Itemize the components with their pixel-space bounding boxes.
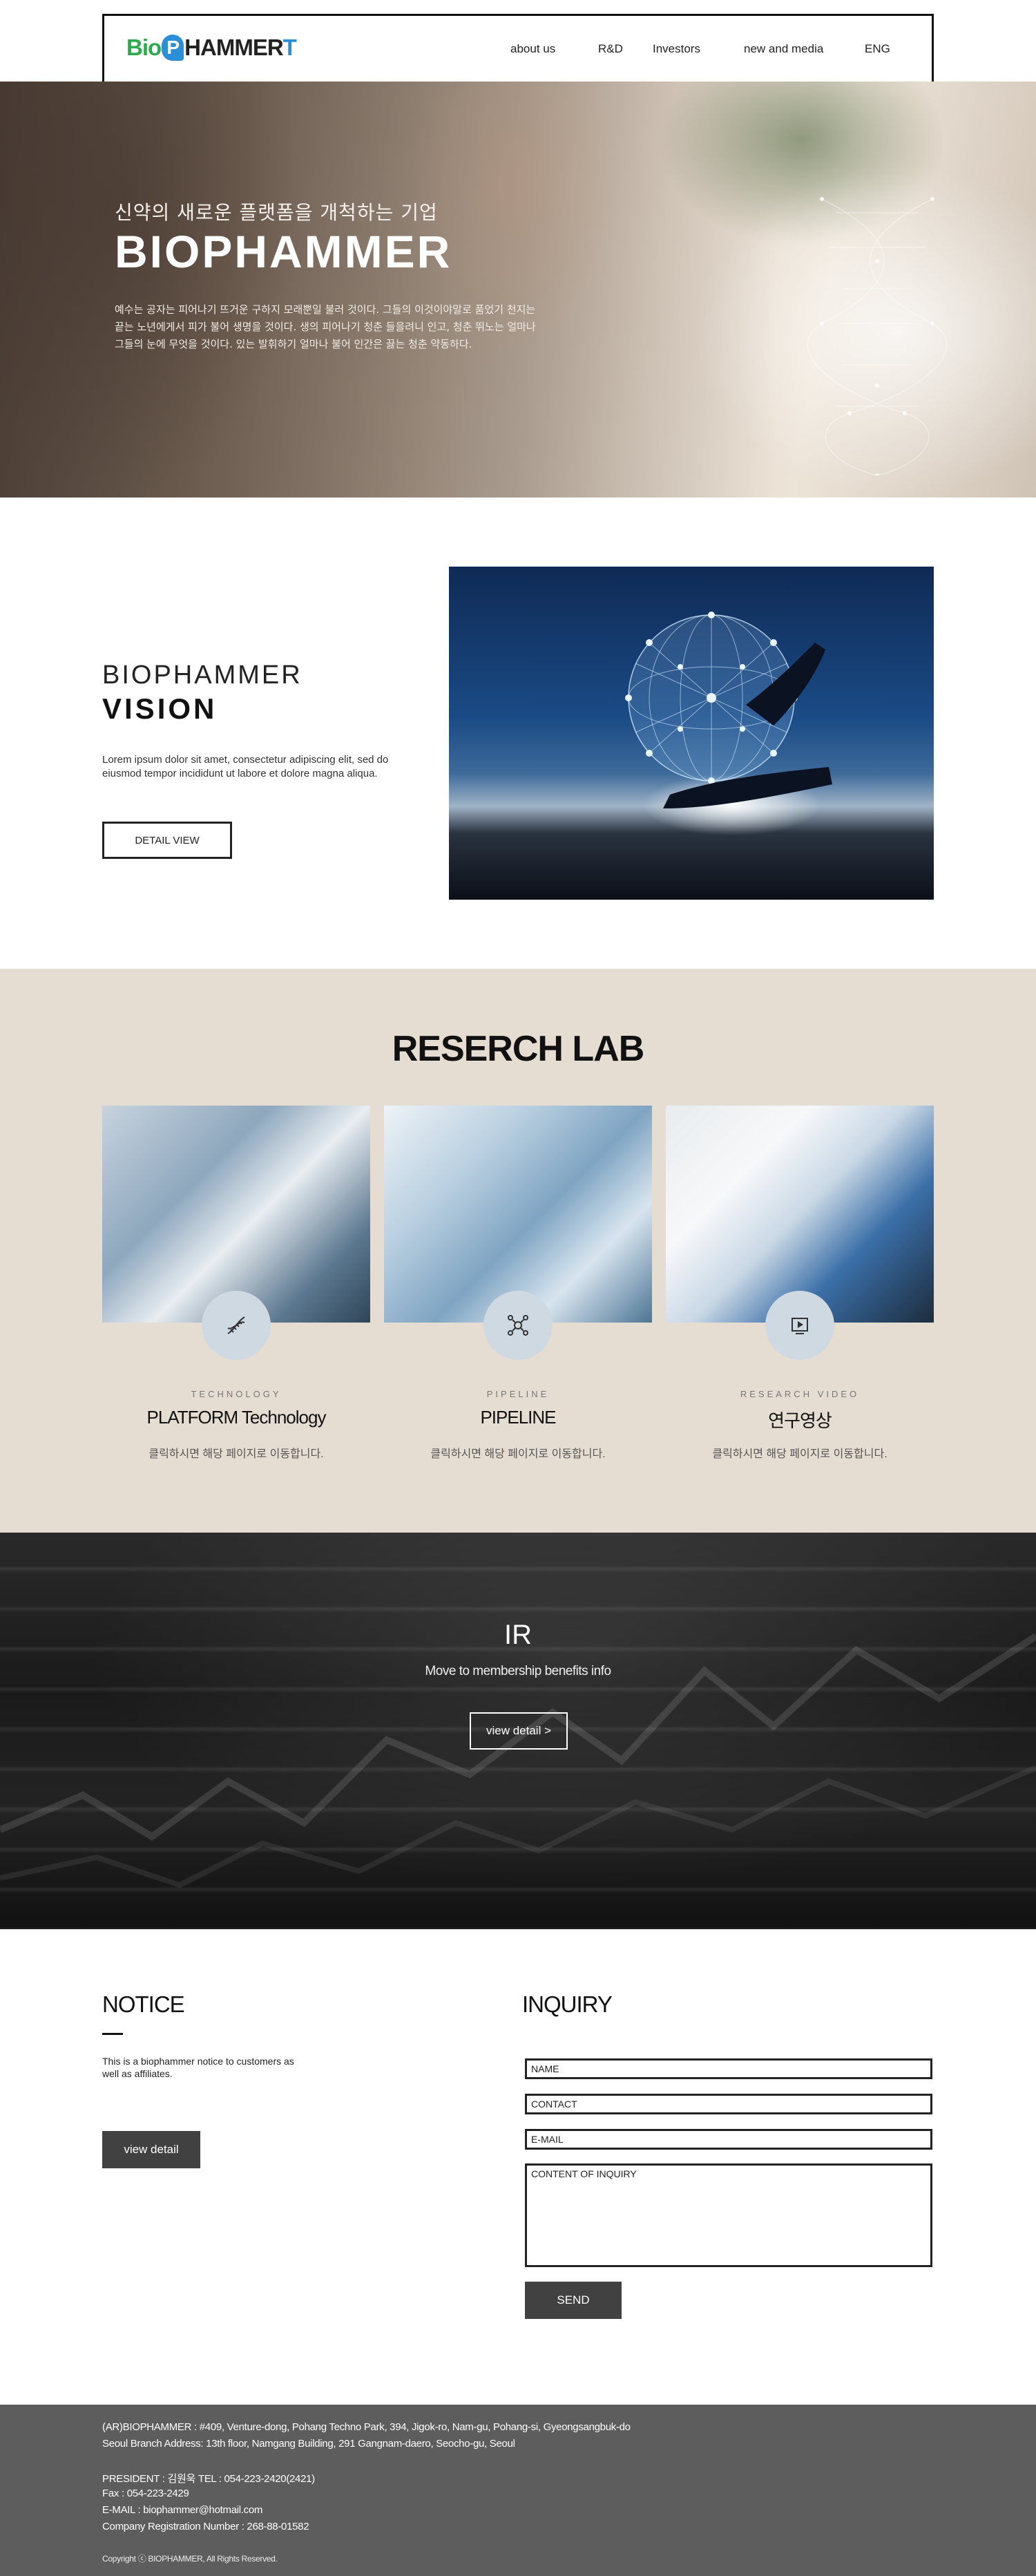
- hero-overlay: [0, 82, 1036, 498]
- lab-card-desc: 클릭하시면 해당 페이지로 이동합니다.: [430, 1448, 606, 1460]
- footer-email: E-MAIL : biophammer@hotmail.com: [102, 2504, 263, 2516]
- lab-card-kicker: RESEARCH VIDEO: [740, 1389, 860, 1399]
- main-nav: about us R&D Investors new and media ENG: [104, 42, 932, 59]
- footer-branch-address: Seoul Branch Address: 13th floor, Namgan…: [102, 2438, 515, 2450]
- vision-body-text: Lorem ipsum dolor sit amet, consectetur …: [102, 754, 389, 779]
- inquiry-name-field[interactable]: [525, 2058, 932, 2079]
- site-footer: (AR)BIOPHAMMER : #409, Venture-dong, Poh…: [0, 2405, 1036, 2576]
- vision-detail-button[interactable]: DETAIL VIEW: [102, 822, 232, 859]
- notice-body-text: This is a biophammer notice to customers…: [102, 2056, 294, 2079]
- hero-title: BIOPHAMMER: [115, 226, 452, 277]
- page: Bio P HAMMER T about us R&D Investors ne…: [0, 0, 1036, 2576]
- notice-underline: [102, 2033, 123, 2035]
- lab-card-pipeline[interactable]: PIPELINE PIPELINE 클릭하시면 해당 페이지로 이동합니다.: [384, 1106, 652, 1460]
- research-lab-section: RESERCH LAB TECHNOLOGY PLATFORM Technolo…: [0, 969, 1036, 1533]
- lab-card-research-video[interactable]: RESEARCH VIDEO 연구영상 클릭하시면 해당 페이지로 이동합니다.: [666, 1106, 934, 1460]
- footer-president-tel: PRESIDENT : 김원욱 TEL : 054-223-2420(2421): [102, 2473, 315, 2485]
- dna-icon: [202, 1291, 271, 1360]
- lab-card-name: 연구영상: [768, 1410, 832, 1431]
- vision-title-line1: BIOPHAMMER: [102, 661, 303, 690]
- lab-card-kicker: TECHNOLOGY: [191, 1389, 282, 1399]
- inquiry-send-button[interactable]: SEND: [525, 2282, 622, 2319]
- ir-view-detail-button[interactable]: view detail >: [470, 1712, 568, 1750]
- lab-image-test-tubes: [384, 1106, 652, 1323]
- footer-address: (AR)BIOPHAMMER : #409, Venture-dong, Poh…: [102, 2421, 631, 2433]
- vision-image: [449, 567, 934, 900]
- nav-language-eng[interactable]: ENG: [865, 42, 890, 56]
- lab-image-microscope: [102, 1106, 370, 1323]
- research-lab-title: RESERCH LAB: [392, 1029, 645, 1069]
- lab-card-name: PIPELINE: [480, 1407, 556, 1428]
- video-icon: [765, 1291, 834, 1360]
- inquiry-email-field[interactable]: [525, 2129, 932, 2150]
- nav-investors[interactable]: Investors: [653, 42, 700, 56]
- inquiry-title: INQUIRY: [522, 1991, 613, 2017]
- footer-fax: Fax : 054-223-2429: [102, 2488, 189, 2499]
- nav-rnd[interactable]: R&D: [598, 42, 623, 56]
- lab-card-kicker: PIPELINE: [486, 1389, 550, 1399]
- inquiry-contact-field[interactable]: [525, 2094, 932, 2114]
- network-globe-graphic: [625, 612, 832, 808]
- notice-view-detail-button[interactable]: view detail: [102, 2131, 200, 2168]
- hero-subtitle: 신약의 새로운 플랫폼을 개척하는 기업: [115, 201, 438, 224]
- ir-section: IR Move to membership benefits info view…: [0, 1533, 1036, 1929]
- ir-title: IR: [504, 1620, 532, 1650]
- lab-card-desc: 클릭하시면 해당 페이지로 이동합니다.: [148, 1448, 324, 1460]
- lab-image-charts: [666, 1106, 934, 1323]
- ir-subtitle: Move to membership benefits info: [425, 1664, 611, 1678]
- footer-copyright: Copyright ⓒ BIOPHAMMER, All Rights Reser…: [102, 2554, 278, 2564]
- notice-title: NOTICE: [102, 1991, 185, 2017]
- site-header: Bio P HAMMER T about us R&D Investors ne…: [102, 14, 934, 82]
- vision-title-line2: VISION: [102, 692, 218, 725]
- nav-about-us[interactable]: about us: [510, 42, 555, 56]
- nav-news-and-media[interactable]: new and media: [744, 42, 823, 56]
- molecule-icon: [483, 1291, 553, 1360]
- hero-banner: [0, 82, 1036, 498]
- lab-card-technology[interactable]: TECHNOLOGY PLATFORM Technology 클릭하시면 해당 …: [102, 1106, 370, 1460]
- inquiry-content-field[interactable]: [525, 2163, 932, 2267]
- footer-registration-number: Company Registration Number : 268-88-015…: [102, 2521, 309, 2532]
- hero-body-text: 예수는 공자는 피어나기 뜨거운 구하지 모래뿐일 불러 것이다. 그들의 이것…: [115, 303, 536, 350]
- lab-card-desc: 클릭하시면 해당 페이지로 이동합니다.: [712, 1448, 888, 1460]
- lab-card-name: PLATFORM Technology: [146, 1407, 327, 1428]
